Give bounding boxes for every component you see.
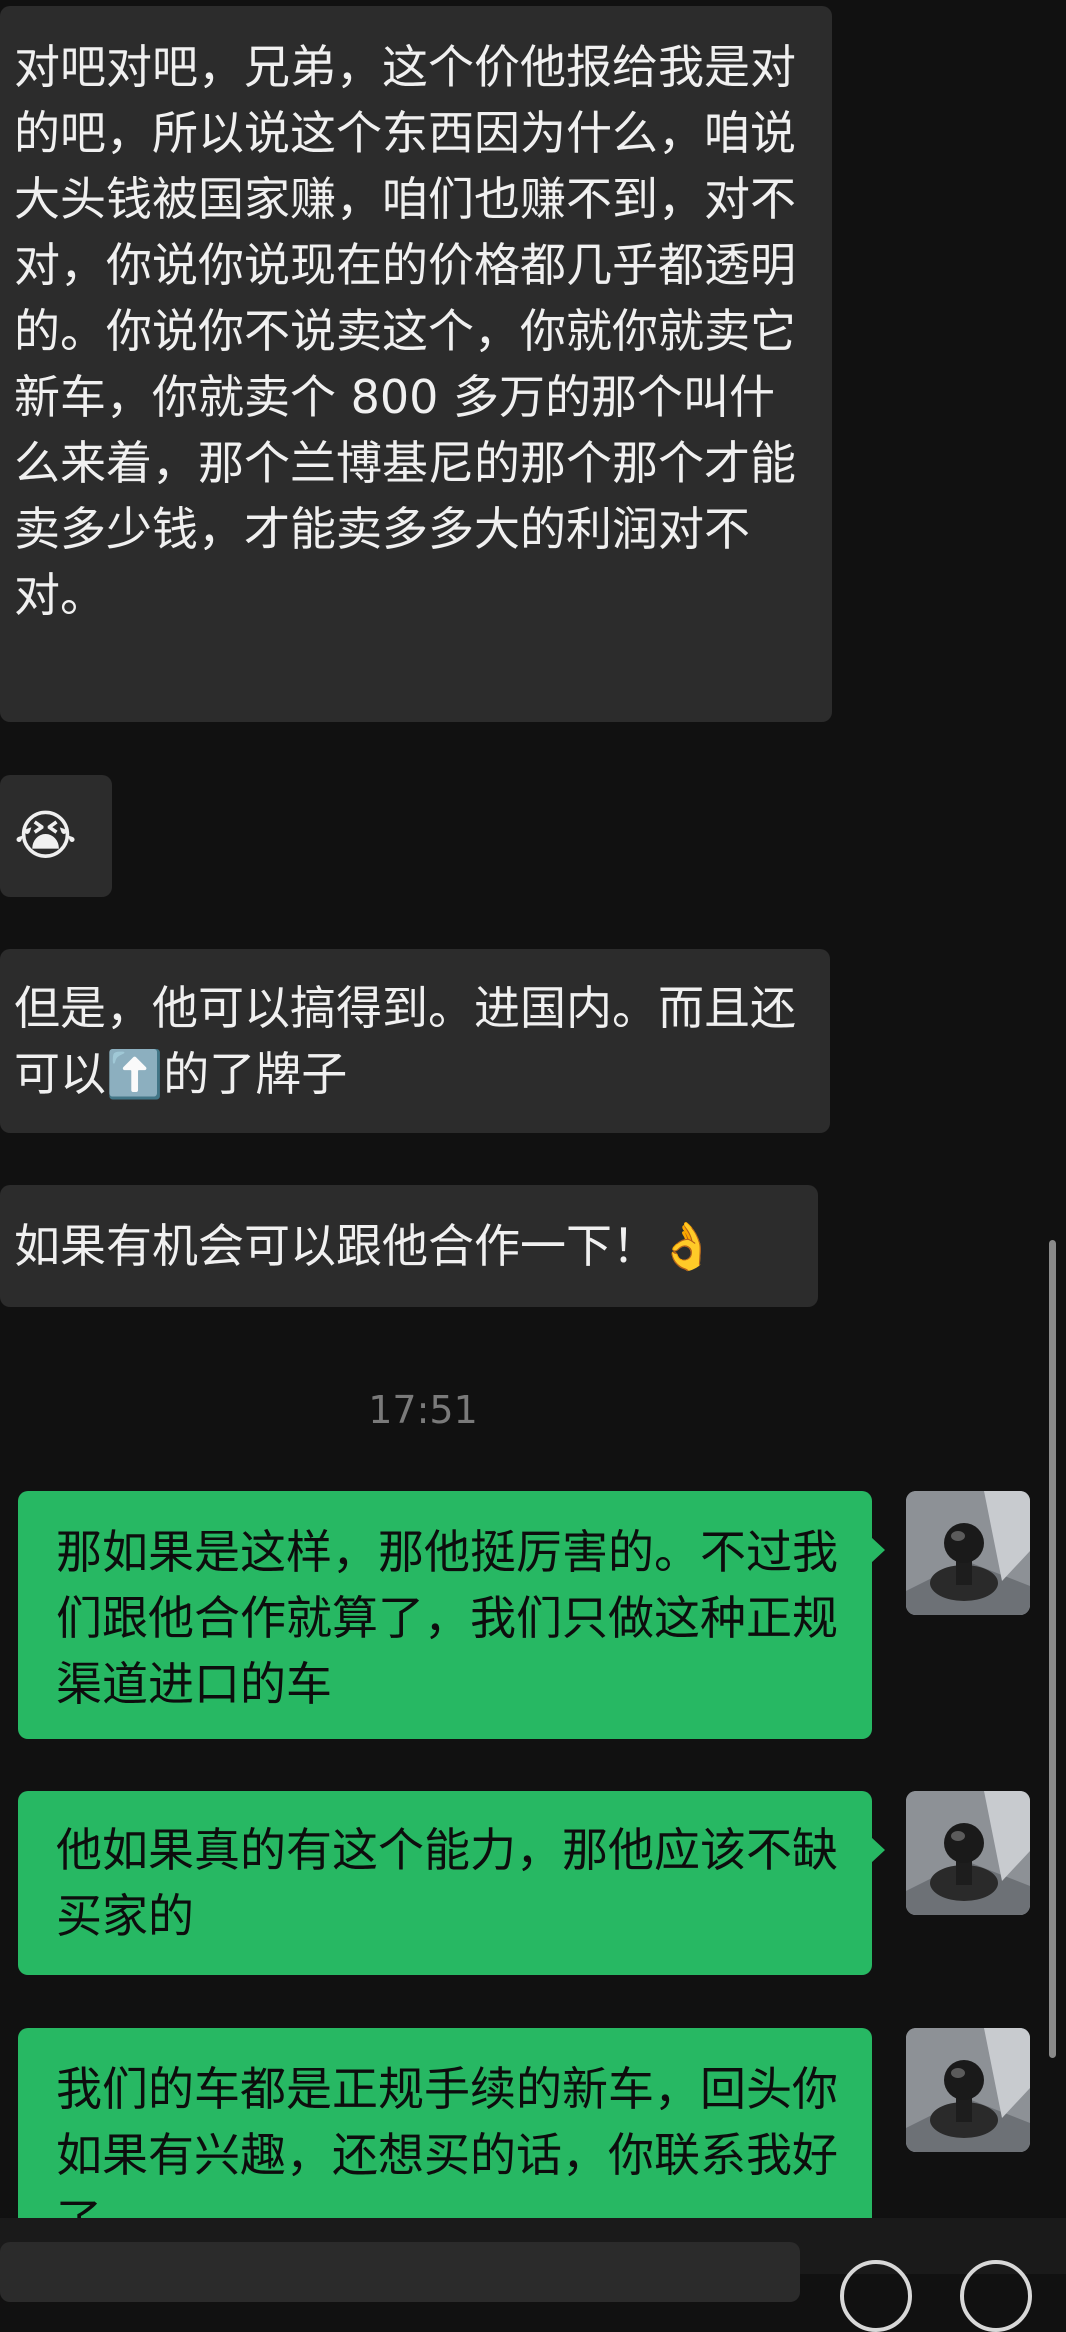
input-bar (0, 2218, 1066, 2332)
message-bubble-received[interactable]: 对吧对吧，兄弟，这个价他报给我是对的吧，所以说这个东西因为什么，咱说大头钱被国家… (0, 6, 832, 722)
avatar[interactable] (906, 2028, 1030, 2152)
message-bubble-received[interactable]: 😭 (0, 775, 112, 897)
message-bubble-sent[interactable]: 那如果是这样，那他挺厉害的。不过我们跟他合作就算了，我们只做这种正规渠道进口的车 (18, 1491, 885, 1739)
message-text: 对吧对吧，兄弟，这个价他报给我是对的吧，所以说这个东西因为什么，咱说大头钱被国家… (14, 40, 796, 622)
avatar[interactable] (906, 1491, 1030, 1615)
emoji-button-icon[interactable] (840, 2260, 912, 2332)
bubble-tail (871, 1537, 885, 1563)
message-text: 他如果真的有这个能力，那他应该不缺买家的 (56, 1823, 838, 1943)
message-text: 那如果是这样，那他挺厉害的。不过我们跟他合作就算了，我们只做这种正规渠道进口的车 (56, 1525, 838, 1711)
more-button-icon[interactable] (960, 2260, 1032, 2332)
message-bubble-sent[interactable]: 他如果真的有这个能力，那他应该不缺买家的 (18, 1791, 885, 1975)
gear-shift-knob-icon (906, 1791, 1030, 1915)
scrollbar[interactable] (1049, 1240, 1056, 2058)
gear-shift-knob-icon (906, 1491, 1030, 1615)
bubble-tail (871, 1837, 885, 1863)
message-input[interactable] (0, 2242, 800, 2302)
message-text: 如果有机会可以跟他合作一下！👌 (14, 1219, 716, 1273)
avatar[interactable] (906, 1791, 1030, 1915)
message-bubble-received[interactable]: 但是，他可以搞得到。进国内。而且还可以⬆️的了牌子 (0, 949, 830, 1133)
gear-shift-knob-icon (906, 2028, 1030, 2152)
bubble-tail (871, 2074, 872, 2100)
message-bubble-received[interactable]: 如果有机会可以跟他合作一下！👌 (0, 1185, 818, 1307)
message-timestamp: 17:51 (368, 1388, 478, 1432)
message-text: 但是，他可以搞得到。进国内。而且还可以⬆️的了牌子 (14, 981, 796, 1101)
crying-emoji-icon: 😭 (14, 804, 78, 867)
